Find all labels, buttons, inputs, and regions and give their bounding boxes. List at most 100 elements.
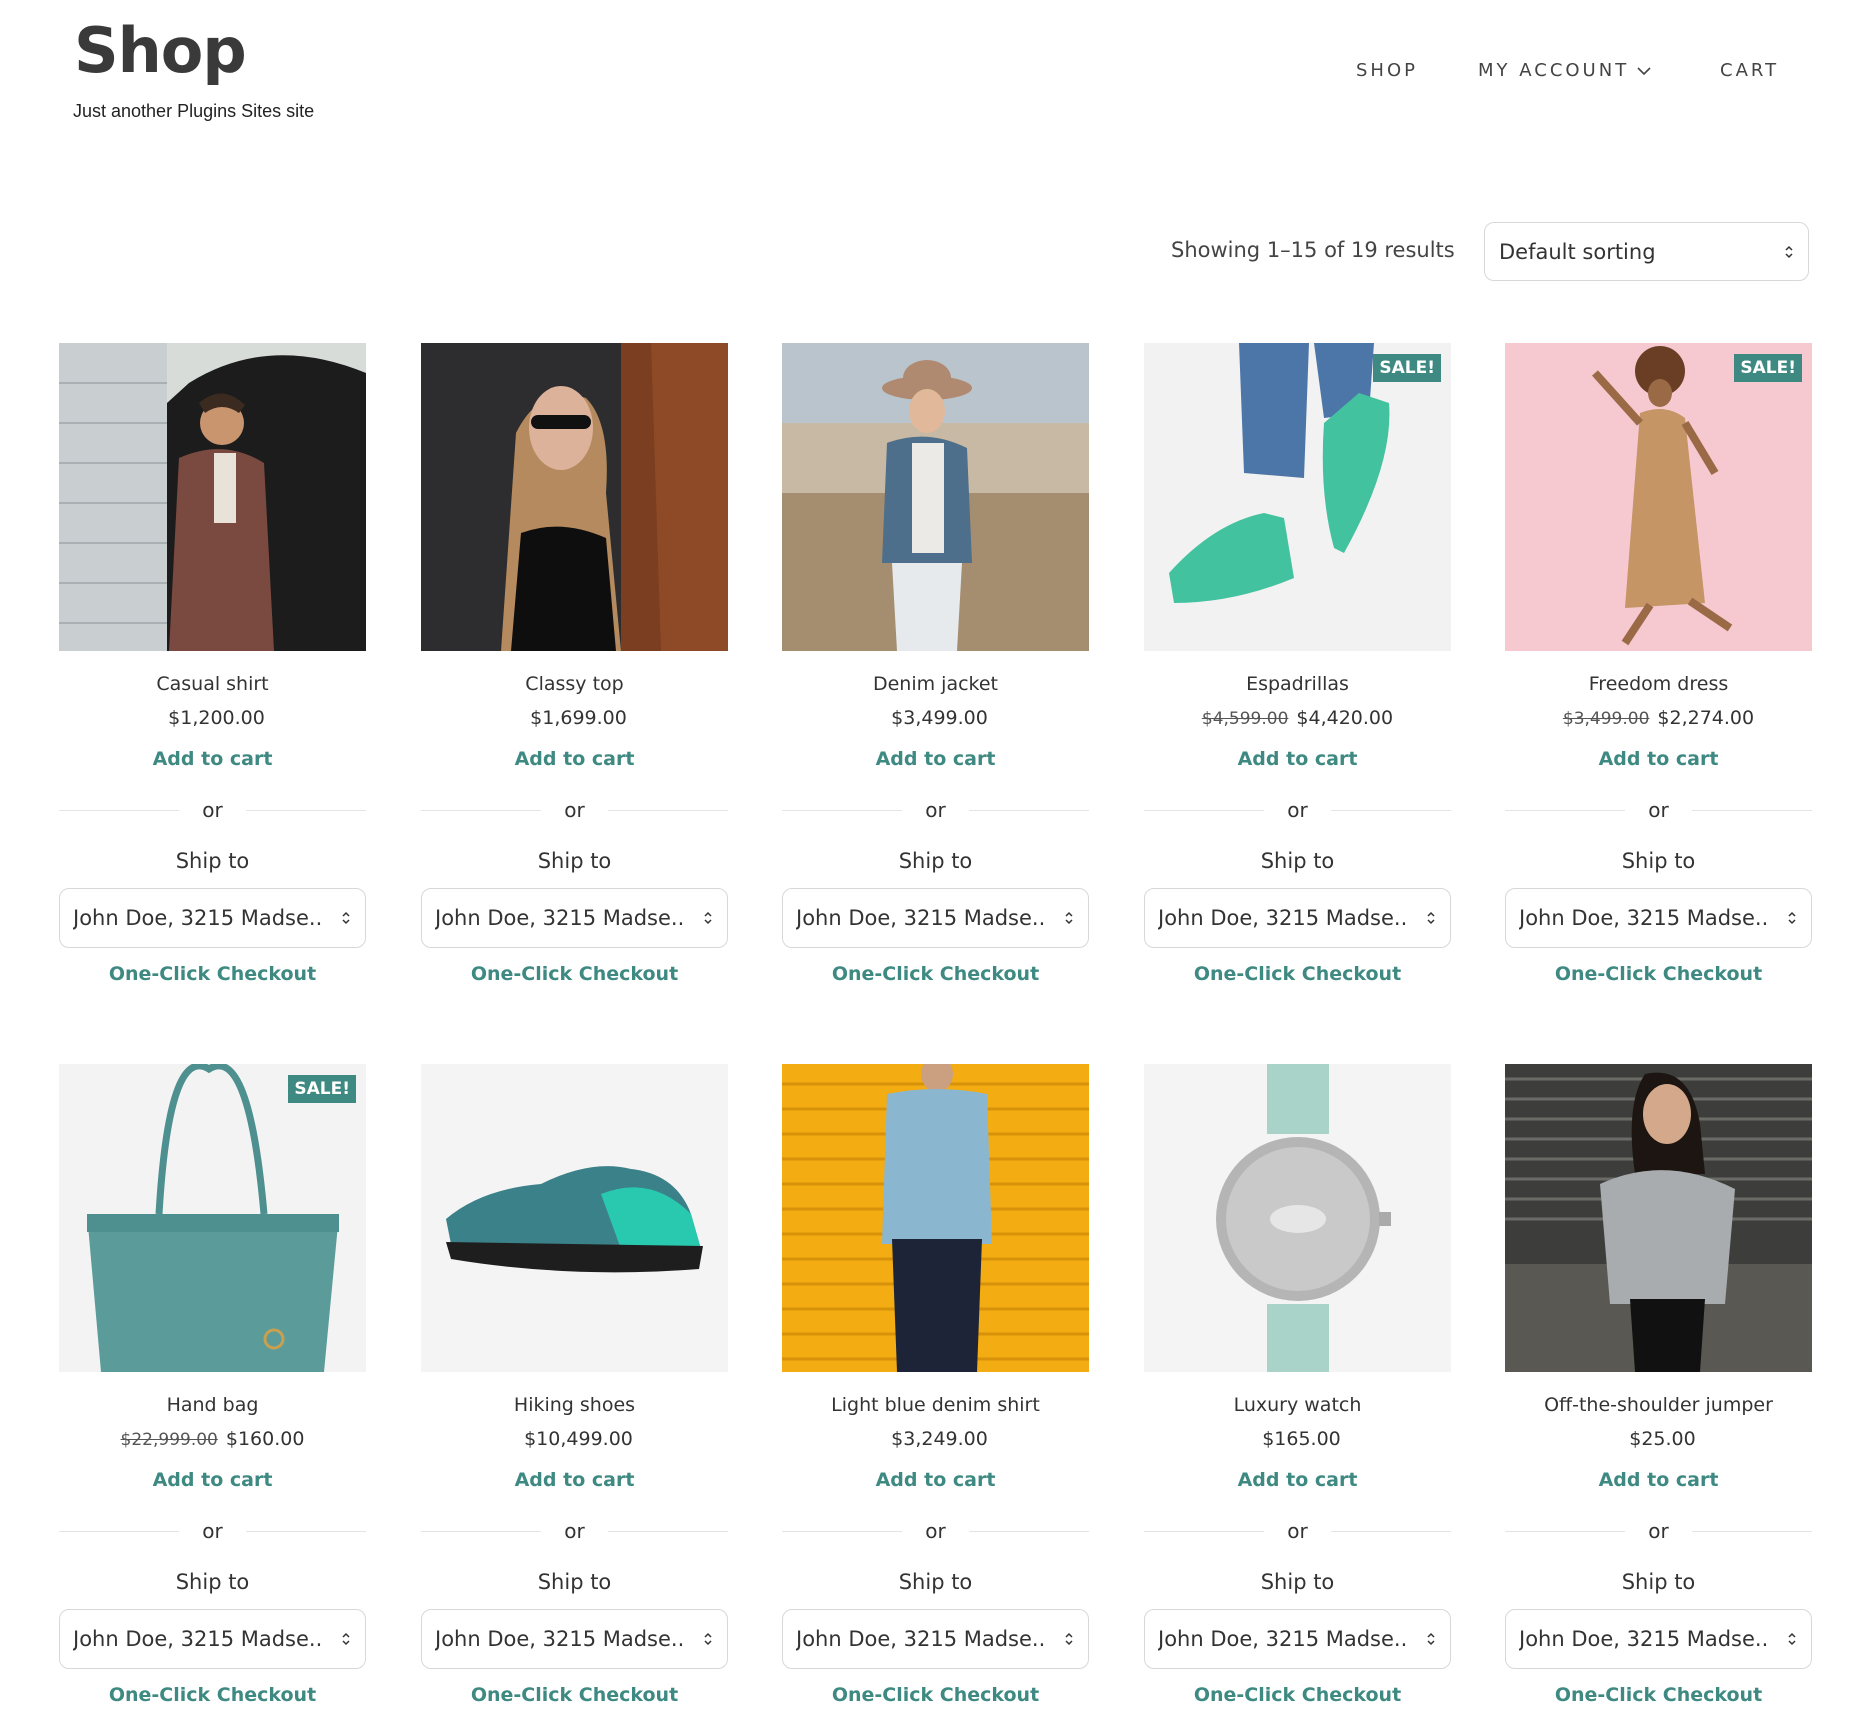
select-arrows-icon	[704, 911, 712, 925]
product-price: $10,499.00	[421, 1428, 728, 1450]
product-name[interactable]: Freedom dress	[1505, 673, 1812, 695]
ship-to-value: John Doe, 3215 Madse...	[73, 1627, 323, 1651]
one-click-checkout-button[interactable]: One-Click Checkout	[421, 963, 728, 985]
ship-to-label: Ship to	[1621, 849, 1696, 873]
ship-to-label: Ship to	[1621, 1570, 1696, 1594]
or-divider: or	[421, 1519, 728, 1543]
nav-shop[interactable]: SHOP	[1356, 60, 1418, 81]
product-image[interactable]	[782, 343, 1089, 651]
select-arrows-icon	[342, 911, 350, 925]
product-image[interactable]	[1144, 1064, 1451, 1372]
main-nav: SHOP MY ACCOUNT CART	[0, 60, 1873, 90]
product-name[interactable]: Hiking shoes	[421, 1394, 728, 1416]
ship-to-value: John Doe, 3215 Madse...	[435, 1627, 685, 1651]
or-divider: or	[421, 798, 728, 822]
product-name[interactable]: Luxury watch	[1144, 1394, 1451, 1416]
one-click-checkout-button[interactable]: One-Click Checkout	[59, 963, 366, 985]
product-price: $1,699.00	[421, 707, 728, 729]
product-name[interactable]: Classy top	[421, 673, 728, 695]
ship-to-value: John Doe, 3215 Madse...	[73, 906, 323, 930]
ship-to-select[interactable]: John Doe, 3215 Madse...	[1505, 888, 1812, 948]
one-click-checkout-button[interactable]: One-Click Checkout	[1505, 963, 1812, 985]
product-name[interactable]: Hand bag	[59, 1394, 366, 1416]
select-arrows-icon	[1065, 1632, 1073, 1646]
result-count: Showing 1–15 of 19 results	[1171, 238, 1455, 262]
product-image[interactable]	[1505, 1064, 1812, 1372]
add-to-cart-button[interactable]: Add to cart	[421, 748, 728, 770]
product-image[interactable]: SALE!	[1505, 343, 1812, 651]
current-price: $165.00	[1262, 1428, 1341, 1450]
current-price: $1,200.00	[168, 707, 265, 729]
add-to-cart-button[interactable]: Add to cart	[59, 748, 366, 770]
product-image[interactable]: SALE!	[59, 1064, 366, 1372]
ship-to-value: John Doe, 3215 Madse...	[1158, 906, 1408, 930]
product-image[interactable]	[421, 1064, 728, 1372]
old-price: $4,599.00	[1201, 709, 1289, 729]
ship-to-label: Ship to	[537, 1570, 612, 1594]
ship-to-select[interactable]: John Doe, 3215 Madse...	[1505, 1609, 1812, 1669]
nav-my-account[interactable]: MY ACCOUNT	[1478, 60, 1651, 81]
ship-to-value: John Doe, 3215 Madse...	[1519, 1627, 1769, 1651]
ship-to-label: Ship to	[175, 849, 250, 873]
select-arrows-icon	[1788, 911, 1796, 925]
or-divider: or	[1505, 798, 1812, 822]
ship-to-select[interactable]: John Doe, 3215 Madse...	[421, 888, 728, 948]
ship-to-value: John Doe, 3215 Madse...	[796, 1627, 1046, 1651]
add-to-cart-button[interactable]: Add to cart	[1505, 1469, 1812, 1491]
current-price: $160.00	[225, 1428, 305, 1450]
ship-to-select[interactable]: John Doe, 3215 Madse...	[59, 1609, 366, 1669]
current-price: $10,499.00	[524, 1428, 633, 1450]
product-price: $22,999.00 $160.00	[59, 1428, 366, 1450]
product-name[interactable]: Off-the-shoulder jumper	[1505, 1394, 1812, 1416]
one-click-checkout-button[interactable]: One-Click Checkout	[782, 1684, 1089, 1706]
current-price: $3,249.00	[891, 1428, 988, 1450]
product-image[interactable]: SALE!	[1144, 343, 1451, 651]
product-name[interactable]: Espadrillas	[1144, 673, 1451, 695]
ship-to-value: John Doe, 3215 Madse...	[1519, 906, 1769, 930]
product-name[interactable]: Denim jacket	[782, 673, 1089, 695]
one-click-checkout-button[interactable]: One-Click Checkout	[1144, 1684, 1451, 1706]
ship-to-select[interactable]: John Doe, 3215 Madse...	[1144, 1609, 1451, 1669]
product-image[interactable]	[421, 343, 728, 651]
or-divider: or	[1144, 798, 1451, 822]
or-divider: or	[782, 798, 1089, 822]
add-to-cart-button[interactable]: Add to cart	[1144, 1469, 1451, 1491]
add-to-cart-button[interactable]: Add to cart	[1144, 748, 1451, 770]
product-price: $4,599.00 $4,420.00	[1144, 707, 1451, 729]
one-click-checkout-button[interactable]: One-Click Checkout	[421, 1684, 728, 1706]
select-arrows-icon	[1427, 911, 1435, 925]
product-price: $3,499.00	[782, 707, 1089, 729]
product-name[interactable]: Casual shirt	[59, 673, 366, 695]
current-price: $4,420.00	[1296, 707, 1394, 729]
ship-to-select[interactable]: John Doe, 3215 Madse...	[1144, 888, 1451, 948]
old-price: $22,999.00	[120, 1430, 218, 1450]
select-arrows-icon	[1785, 245, 1793, 258]
sort-select[interactable]: Default sorting	[1484, 222, 1809, 281]
ship-to-select[interactable]: John Doe, 3215 Madse...	[782, 888, 1089, 948]
product-image[interactable]	[59, 343, 366, 651]
product-image[interactable]	[782, 1064, 1089, 1372]
sale-badge: SALE!	[288, 1075, 356, 1103]
one-click-checkout-button[interactable]: One-Click Checkout	[1505, 1684, 1812, 1706]
ship-to-label: Ship to	[1260, 1570, 1335, 1594]
ship-to-value: John Doe, 3215 Madse...	[1158, 1627, 1408, 1651]
add-to-cart-button[interactable]: Add to cart	[421, 1469, 728, 1491]
sale-badge: SALE!	[1734, 354, 1802, 382]
add-to-cart-button[interactable]: Add to cart	[59, 1469, 366, 1491]
product-name[interactable]: Light blue denim shirt	[782, 1394, 1089, 1416]
add-to-cart-button[interactable]: Add to cart	[782, 748, 1089, 770]
add-to-cart-button[interactable]: Add to cart	[782, 1469, 1089, 1491]
one-click-checkout-button[interactable]: One-Click Checkout	[59, 1684, 366, 1706]
select-arrows-icon	[704, 1632, 712, 1646]
add-to-cart-button[interactable]: Add to cart	[1505, 748, 1812, 770]
ship-to-label: Ship to	[898, 849, 973, 873]
one-click-checkout-button[interactable]: One-Click Checkout	[1144, 963, 1451, 985]
ship-to-select[interactable]: John Doe, 3215 Madse...	[421, 1609, 728, 1669]
ship-to-value: John Doe, 3215 Madse...	[796, 906, 1046, 930]
ship-to-select[interactable]: John Doe, 3215 Madse...	[782, 1609, 1089, 1669]
select-arrows-icon	[1065, 911, 1073, 925]
one-click-checkout-button[interactable]: One-Click Checkout	[782, 963, 1089, 985]
ship-to-select[interactable]: John Doe, 3215 Madse...	[59, 888, 366, 948]
chevron-down-icon	[1637, 67, 1651, 76]
nav-cart[interactable]: CART	[1720, 60, 1779, 81]
